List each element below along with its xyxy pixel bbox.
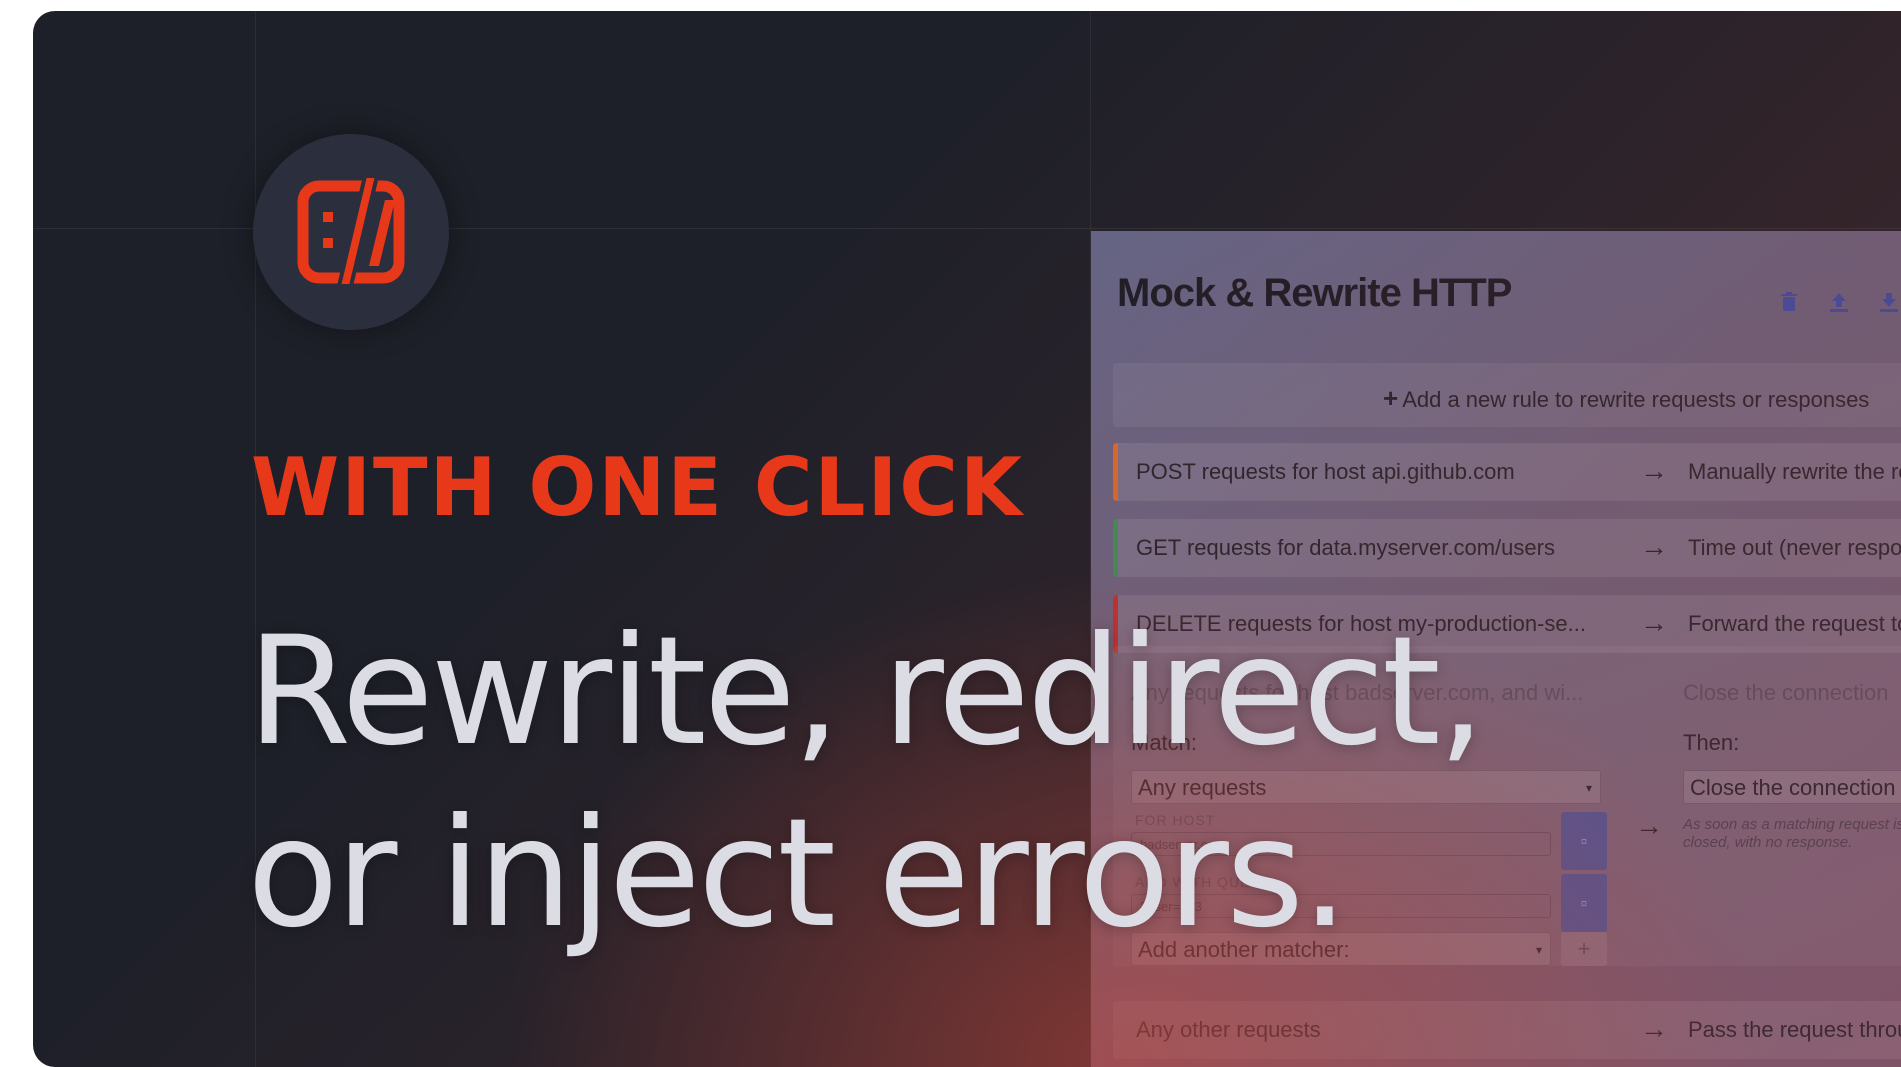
help-text-line2: closed, with no response. xyxy=(1683,834,1853,851)
arrow-right-icon: → xyxy=(1640,455,1668,486)
add-rule-button[interactable]: + Add a new rule to rewrite requests or r… xyxy=(1113,363,1901,427)
plus-icon: + xyxy=(1383,383,1399,413)
rule-action: Manually rewrite the re xyxy=(1688,459,1901,484)
then-select-value: Close the connection i xyxy=(1690,775,1901,800)
headline-line1: Rewrite, redirect, xyxy=(247,605,1485,779)
add-rule-label: Add a new rule to rewrite requests or re… xyxy=(1402,387,1870,412)
app-toolbar xyxy=(1777,291,1901,315)
eyebrow-heading: WITH ONE CLICK xyxy=(251,441,1024,534)
then-select[interactable]: Close the connection i xyxy=(1683,770,1901,804)
hero-card: Mock & Rewrite HTTP + Add a new rule to r… xyxy=(33,11,1901,1067)
trash-icon[interactable]: ▫ xyxy=(1561,874,1607,932)
arrow-right-icon: → xyxy=(1640,531,1668,562)
arrow-right-icon: → xyxy=(1635,810,1663,841)
upload-icon[interactable] xyxy=(1827,291,1851,315)
rule-match: Any other requests xyxy=(1136,1017,1321,1042)
rule-action: Time out (never respon xyxy=(1688,535,1901,560)
rule-match: GET requests for data.myserver.com/users xyxy=(1136,535,1555,560)
httptoolkit-logo-icon xyxy=(253,134,449,330)
rule-match: POST requests for host api.github.com xyxy=(1136,459,1515,484)
then-label: Then: xyxy=(1683,730,1740,755)
caret-down-icon: ▾ xyxy=(1585,781,1592,795)
help-text-line1: As soon as a matching request is xyxy=(1683,816,1901,833)
headline: Rewrite, redirect, or inject errors. xyxy=(247,601,1547,965)
rule-summary-action: Close the connection xyxy=(1683,680,1889,705)
headline-line2: or inject errors. xyxy=(247,787,1349,961)
trash-icon[interactable]: ▫ xyxy=(1561,812,1607,870)
rule-row[interactable]: GET requests for data.myserver.com/users… xyxy=(1113,519,1901,577)
rule-action: Forward the request to xyxy=(1688,611,1901,636)
trash-icon[interactable] xyxy=(1777,291,1801,315)
app-title: Mock & Rewrite HTTP xyxy=(1117,271,1512,315)
add-matcher-button[interactable]: + xyxy=(1561,932,1607,966)
rule-row-default[interactable]: Any other requests → Pass the request th… xyxy=(1113,1001,1901,1059)
arrow-right-icon: → xyxy=(1640,607,1668,638)
download-icon[interactable] xyxy=(1877,291,1901,315)
rule-action: Pass the request throu xyxy=(1688,1017,1901,1042)
rule-row[interactable]: POST requests for host api.github.com → … xyxy=(1113,443,1901,501)
arrow-right-icon: → xyxy=(1640,1013,1668,1044)
